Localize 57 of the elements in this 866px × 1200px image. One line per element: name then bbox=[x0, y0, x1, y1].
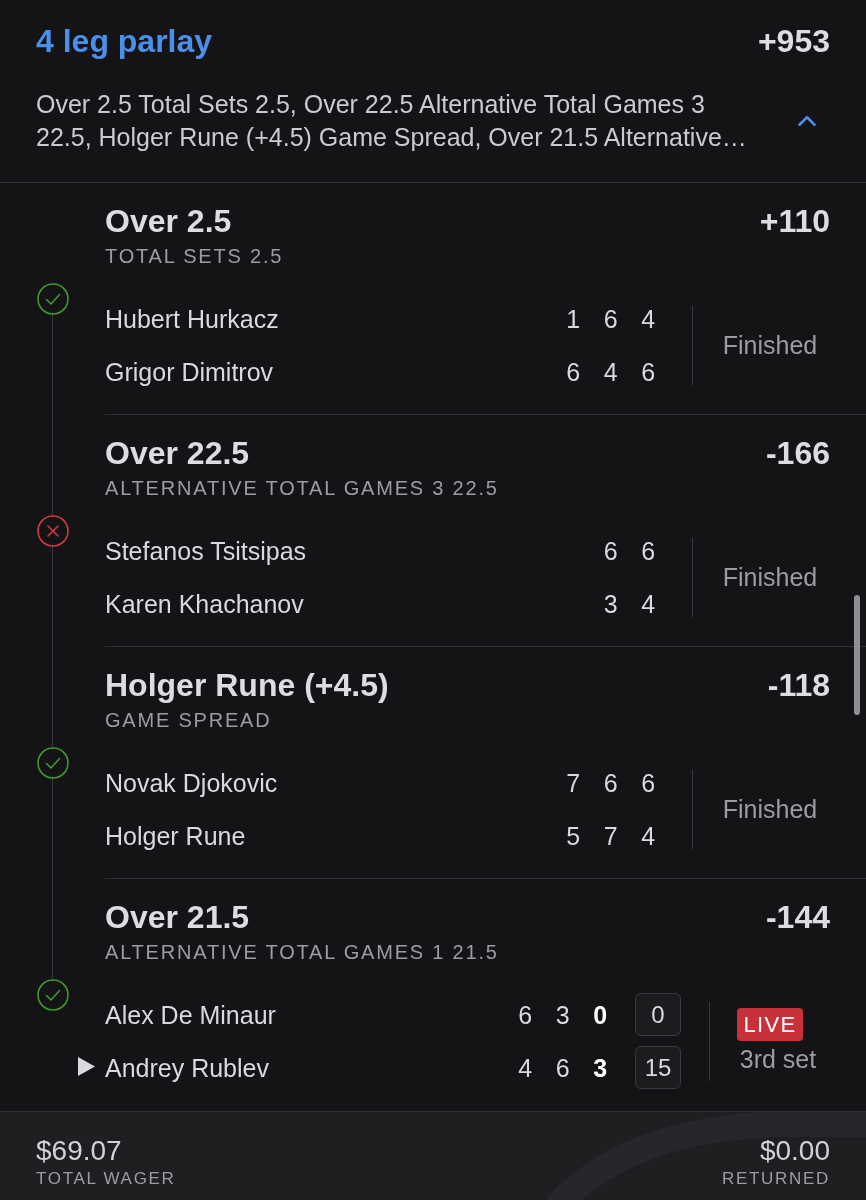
wager-amount: $69.07 bbox=[36, 1134, 123, 1168]
leg-selection: Over 2.5 bbox=[105, 203, 232, 239]
set-score: 6 bbox=[640, 767, 657, 798]
set-score: 4 bbox=[640, 820, 657, 851]
set-score: 0 bbox=[592, 999, 609, 1030]
parlay-title: 4 leg parlay bbox=[36, 22, 213, 60]
leg-selection: Holger Rune (+4.5) bbox=[105, 667, 389, 703]
set-score: 6 bbox=[517, 999, 534, 1030]
player-name: Alex De Minaur bbox=[105, 999, 276, 1030]
player-name: Hubert Hurkacz bbox=[105, 303, 279, 334]
set-score: 6 bbox=[602, 535, 619, 566]
live-badge: LIVE bbox=[736, 1008, 804, 1041]
set-score: 6 bbox=[565, 356, 582, 387]
set-label: 3rd set bbox=[739, 1044, 817, 1074]
set-score: 1 bbox=[565, 303, 582, 334]
player-name: Novak Djokovic bbox=[105, 767, 278, 798]
scrollbar-thumb[interactable] bbox=[854, 595, 860, 715]
set-score: 7 bbox=[565, 767, 582, 798]
set-score: 4 bbox=[602, 356, 619, 387]
set-score: 4 bbox=[517, 1052, 534, 1083]
leg-selection: Over 21.5 bbox=[105, 899, 250, 935]
returned-amount: $0.00 bbox=[759, 1134, 830, 1168]
leg-market: TOTAL SETS 2.5 bbox=[105, 244, 284, 269]
leg-odds: +110 bbox=[759, 203, 830, 239]
set-score: 6 bbox=[602, 303, 619, 334]
set-score: 3 bbox=[602, 588, 619, 619]
wager-label: TOTAL WAGER bbox=[36, 1168, 176, 1190]
set-score: 3 bbox=[592, 1052, 609, 1083]
leg-odds: -144 bbox=[765, 899, 830, 935]
match-status: Finished bbox=[722, 330, 818, 360]
player-name: Karen Khachanov bbox=[105, 588, 304, 619]
leg-odds: -118 bbox=[767, 667, 830, 703]
match-status: Finished bbox=[722, 562, 818, 592]
set-score: 6 bbox=[640, 535, 657, 566]
parlay-odds: +953 bbox=[757, 22, 830, 60]
player-name: Grigor Dimitrov bbox=[105, 356, 274, 387]
player-name: Stefanos Tsitsipas bbox=[105, 535, 307, 566]
leg-market: GAME SPREAD bbox=[105, 708, 272, 733]
set-score: 3 bbox=[554, 999, 571, 1030]
parlay-summary: Over 2.5 Total Sets 2.5, Over 22.5 Alternative Total Games 3 22.5, Holger Rune (+4.5) Game Spread, Over 21.5 Alternative… bbox=[36, 89, 748, 153]
set-score: 7 bbox=[602, 820, 619, 851]
leg-odds: -166 bbox=[765, 435, 830, 471]
set-score: 6 bbox=[602, 767, 619, 798]
set-score: 4 bbox=[640, 588, 657, 619]
player-name: Holger Rune bbox=[105, 820, 246, 851]
player-name: Andrey Rublev bbox=[105, 1052, 269, 1083]
game-points: 0 bbox=[635, 993, 681, 1036]
leg-selection: Over 22.5 bbox=[105, 435, 250, 471]
leg-market: ALTERNATIVE TOTAL GAMES 3 22.5 bbox=[105, 476, 499, 501]
match-status: Finished bbox=[722, 794, 818, 824]
leg-market: ALTERNATIVE TOTAL GAMES 1 21.5 bbox=[105, 940, 499, 965]
set-score: 5 bbox=[565, 820, 582, 851]
game-points: 15 bbox=[635, 1046, 681, 1089]
set-score: 4 bbox=[640, 303, 657, 334]
set-score: 6 bbox=[640, 356, 657, 387]
returned-label: RETURNED bbox=[721, 1168, 830, 1190]
set-score: 6 bbox=[554, 1052, 571, 1083]
